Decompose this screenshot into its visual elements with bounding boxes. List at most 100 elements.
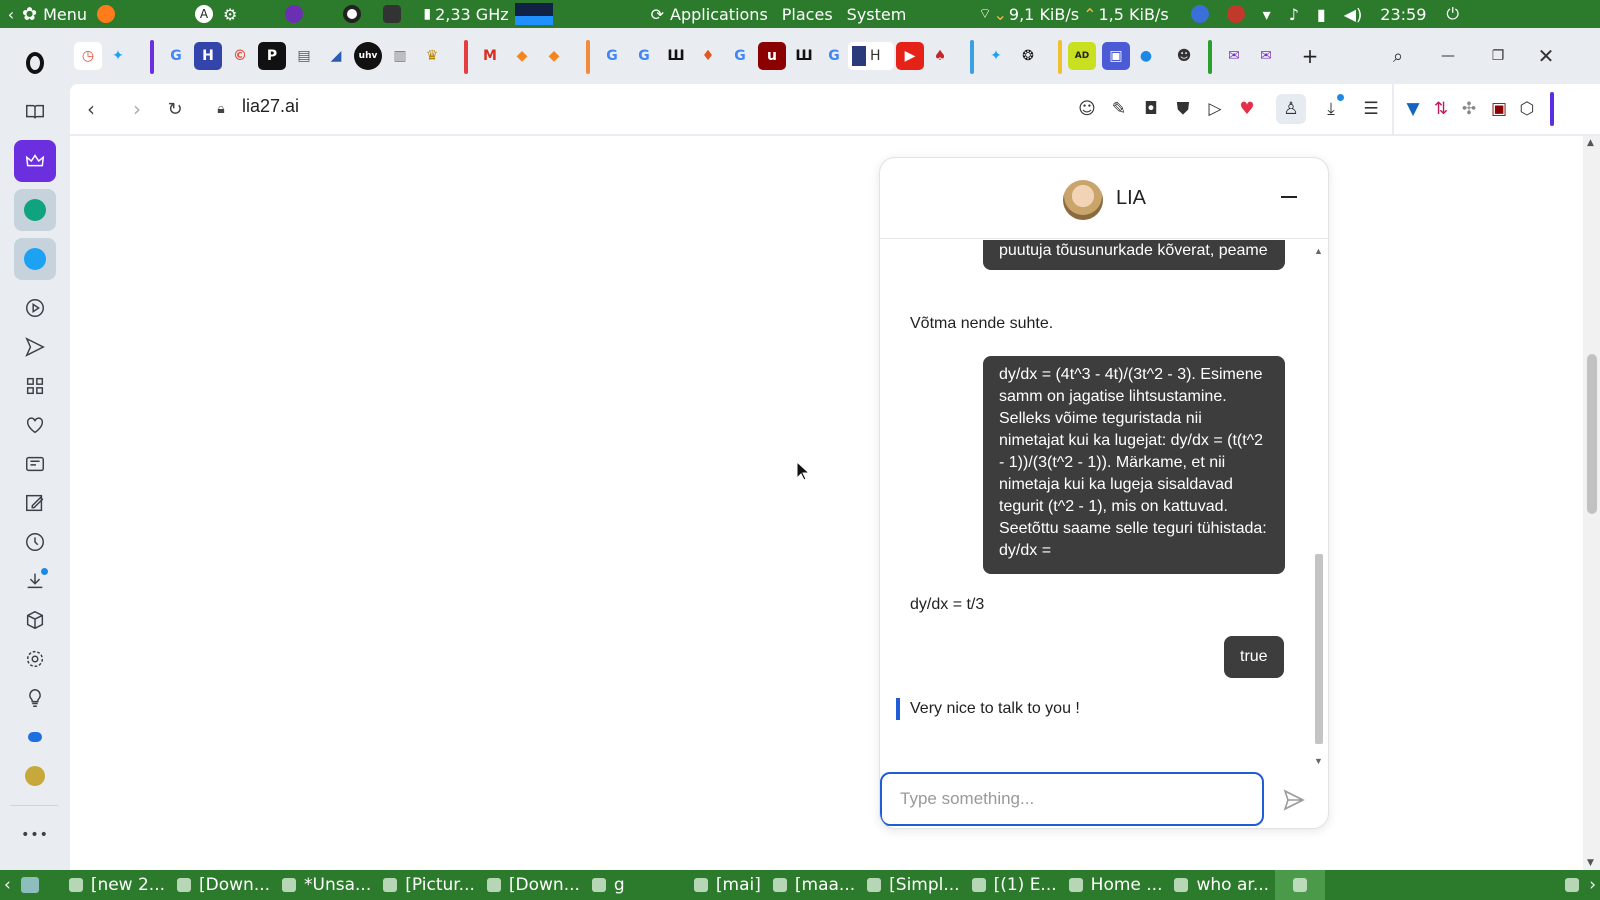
chat-scroll-thumb[interactable] — [1315, 554, 1323, 744]
tab-gmail[interactable]: M — [476, 42, 504, 70]
reload-button[interactable]: ↻ — [160, 94, 190, 124]
new-tab-button[interactable]: + — [1296, 42, 1324, 70]
emoji-button[interactable]: ☺ — [1074, 96, 1100, 122]
taskbar-item[interactable]: who ar... — [1168, 870, 1275, 900]
show-desktop-button[interactable] — [15, 870, 53, 900]
taskbar-right-arrow[interactable]: › — [1585, 870, 1600, 900]
extension-pink[interactable]: ⇅ — [1428, 96, 1454, 122]
extension-red[interactable]: ▣ — [1486, 96, 1512, 122]
record-tray[interactable] — [1226, 0, 1245, 28]
taskbar-item[interactable]: [mai] — [688, 870, 767, 900]
tab-robot[interactable]: ☻ — [1170, 42, 1198, 70]
favorite-button[interactable]: ♥ — [1234, 96, 1260, 122]
podcast-launcher[interactable] — [285, 0, 304, 28]
extension-vpn[interactable]: ▼ — [1400, 96, 1426, 122]
tab-google-3[interactable]: G — [630, 42, 658, 70]
taskbar-item[interactable]: [Down... — [171, 870, 276, 900]
extensions-menu[interactable]: ⬡ — [1514, 96, 1540, 122]
easy-setup-button[interactable]: ☰ — [1358, 96, 1384, 122]
sidebar-item-downloads[interactable] — [14, 560, 56, 602]
tab-reader[interactable]: ▥ — [386, 42, 414, 70]
tab-green-extension[interactable]: AD — [1068, 42, 1096, 70]
taskbar-item[interactable]: [new 2... — [63, 870, 171, 900]
tab-speed-dial[interactable]: ◷ — [74, 42, 102, 70]
tab-metamask-1[interactable]: ◆ — [508, 42, 536, 70]
sidebar-item-speed-dial[interactable] — [14, 365, 56, 407]
taskbar-item[interactable]: *Unsa... — [276, 870, 377, 900]
chat-scroll-down-icon[interactable]: ▼ — [1314, 756, 1323, 766]
power-tray[interactable]: ⏻ — [1446, 0, 1459, 28]
chat-scroll-up-icon[interactable]: ▲ — [1314, 246, 1323, 256]
tab-google-1[interactable]: G — [162, 42, 190, 70]
taskbar-item[interactable]: [maa... — [767, 870, 861, 900]
opera-logo[interactable] — [14, 42, 56, 84]
extension-puzzle[interactable]: ✣ — [1456, 96, 1482, 122]
tab-pocket[interactable]: ♠ — [926, 42, 954, 70]
minimize-chat-button[interactable] — [1274, 182, 1304, 212]
clock[interactable]: 23:59 — [1380, 0, 1426, 28]
tab-google-5[interactable]: G — [820, 42, 848, 70]
places-menu[interactable]: Places — [782, 0, 833, 28]
sidebar-item-favorites[interactable] — [14, 404, 56, 446]
tab-twitter-2[interactable]: ✦ — [982, 42, 1010, 70]
taskbar-item[interactable]: [Pictur... — [377, 870, 481, 900]
page-scroll-thumb[interactable] — [1587, 354, 1597, 514]
taskbar-item[interactable]: [Simpl... — [861, 870, 965, 900]
tab-active-lia[interactable]: H — [848, 42, 894, 70]
tab-youtube[interactable]: ▶ — [896, 42, 924, 70]
terminal-launcher[interactable] — [383, 0, 402, 28]
panel-left-arrow[interactable]: ‹ — [0, 0, 22, 28]
tab-mail-1[interactable]: ✉ — [1220, 42, 1248, 70]
snapshot-edit-button[interactable]: ✎ — [1106, 96, 1132, 122]
taskbar-item-active[interactable] — [1275, 870, 1326, 900]
sidebar-more-button[interactable]: ••• — [14, 814, 56, 856]
sidebar-item-send[interactable] — [14, 326, 56, 368]
tab-uhv[interactable]: uhv — [354, 42, 382, 70]
opera-launcher[interactable] — [343, 0, 362, 28]
tab-openai[interactable]: ❂ — [1014, 42, 1042, 70]
tab-ublock[interactable]: u — [758, 42, 786, 70]
update-tray[interactable] — [1190, 0, 1209, 28]
sidebar-item-extensions[interactable] — [14, 599, 56, 641]
taskbar-item[interactable]: [(1) E... — [966, 870, 1063, 900]
sidebar-item-crown[interactable] — [14, 140, 56, 182]
tab-crown[interactable]: ♛ — [418, 42, 446, 70]
chat-scrollbar[interactable]: ▲ ▼ — [1313, 246, 1325, 766]
tab-hackernews[interactable]: H — [194, 42, 222, 70]
sidebar-item-news[interactable] — [14, 443, 56, 485]
tab-blue-dot[interactable]: ● — [1132, 42, 1160, 70]
tab-document[interactable]: ▤ — [290, 42, 318, 70]
sidebar-item-notes[interactable] — [14, 482, 56, 524]
wifi-tray[interactable]: ▾ — [1263, 0, 1271, 28]
tab-send[interactable]: ◢ — [322, 42, 350, 70]
firefox-launcher[interactable] — [97, 0, 116, 28]
tab-fire[interactable]: ♦ — [694, 42, 722, 70]
battery-tray[interactable]: ▮ — [1317, 0, 1326, 28]
sidebar-item-player[interactable] — [14, 287, 56, 329]
sidebar-item-chat[interactable] — [14, 716, 56, 758]
back-button[interactable]: ‹ — [76, 94, 106, 124]
profile-button[interactable]: ♙ — [1276, 94, 1306, 124]
sidebar-item-settings[interactable] — [14, 638, 56, 680]
taskbar-item[interactable]: [Down... — [481, 870, 586, 900]
applications-menu[interactable]: ⟳ Applications — [651, 0, 768, 28]
url-field[interactable]: lia27.ai — [242, 96, 299, 117]
message-input[interactable] — [880, 772, 1264, 826]
sidebar-item-tips[interactable] — [14, 677, 56, 719]
lock-icon-wrap[interactable]: 🔒︎ — [206, 94, 236, 124]
sidebar-item-history[interactable] — [14, 521, 56, 563]
taskbar-item[interactable]: Home ... — [1063, 870, 1169, 900]
taskbar-item[interactable]: g — [586, 870, 688, 900]
forward-button[interactable]: › — [122, 94, 152, 124]
minimize-window-button[interactable]: — — [1434, 42, 1462, 70]
share-button[interactable]: ▷ — [1202, 96, 1228, 122]
tab-twitter[interactable]: ✦ — [104, 42, 132, 70]
sidebar-item-bookmarks[interactable] — [14, 91, 56, 133]
tab-p[interactable]: P — [258, 42, 286, 70]
downloads-button[interactable]: ⤓ — [1318, 94, 1344, 122]
scroll-up-arrow-icon[interactable]: ▲ — [1587, 138, 1594, 148]
camera-button[interactable]: ◘ — [1138, 96, 1164, 122]
taskbar-left-arrow[interactable]: ‹ — [0, 870, 15, 900]
send-button[interactable] — [1280, 786, 1308, 814]
volume-tray[interactable]: ◀) — [1344, 0, 1363, 28]
